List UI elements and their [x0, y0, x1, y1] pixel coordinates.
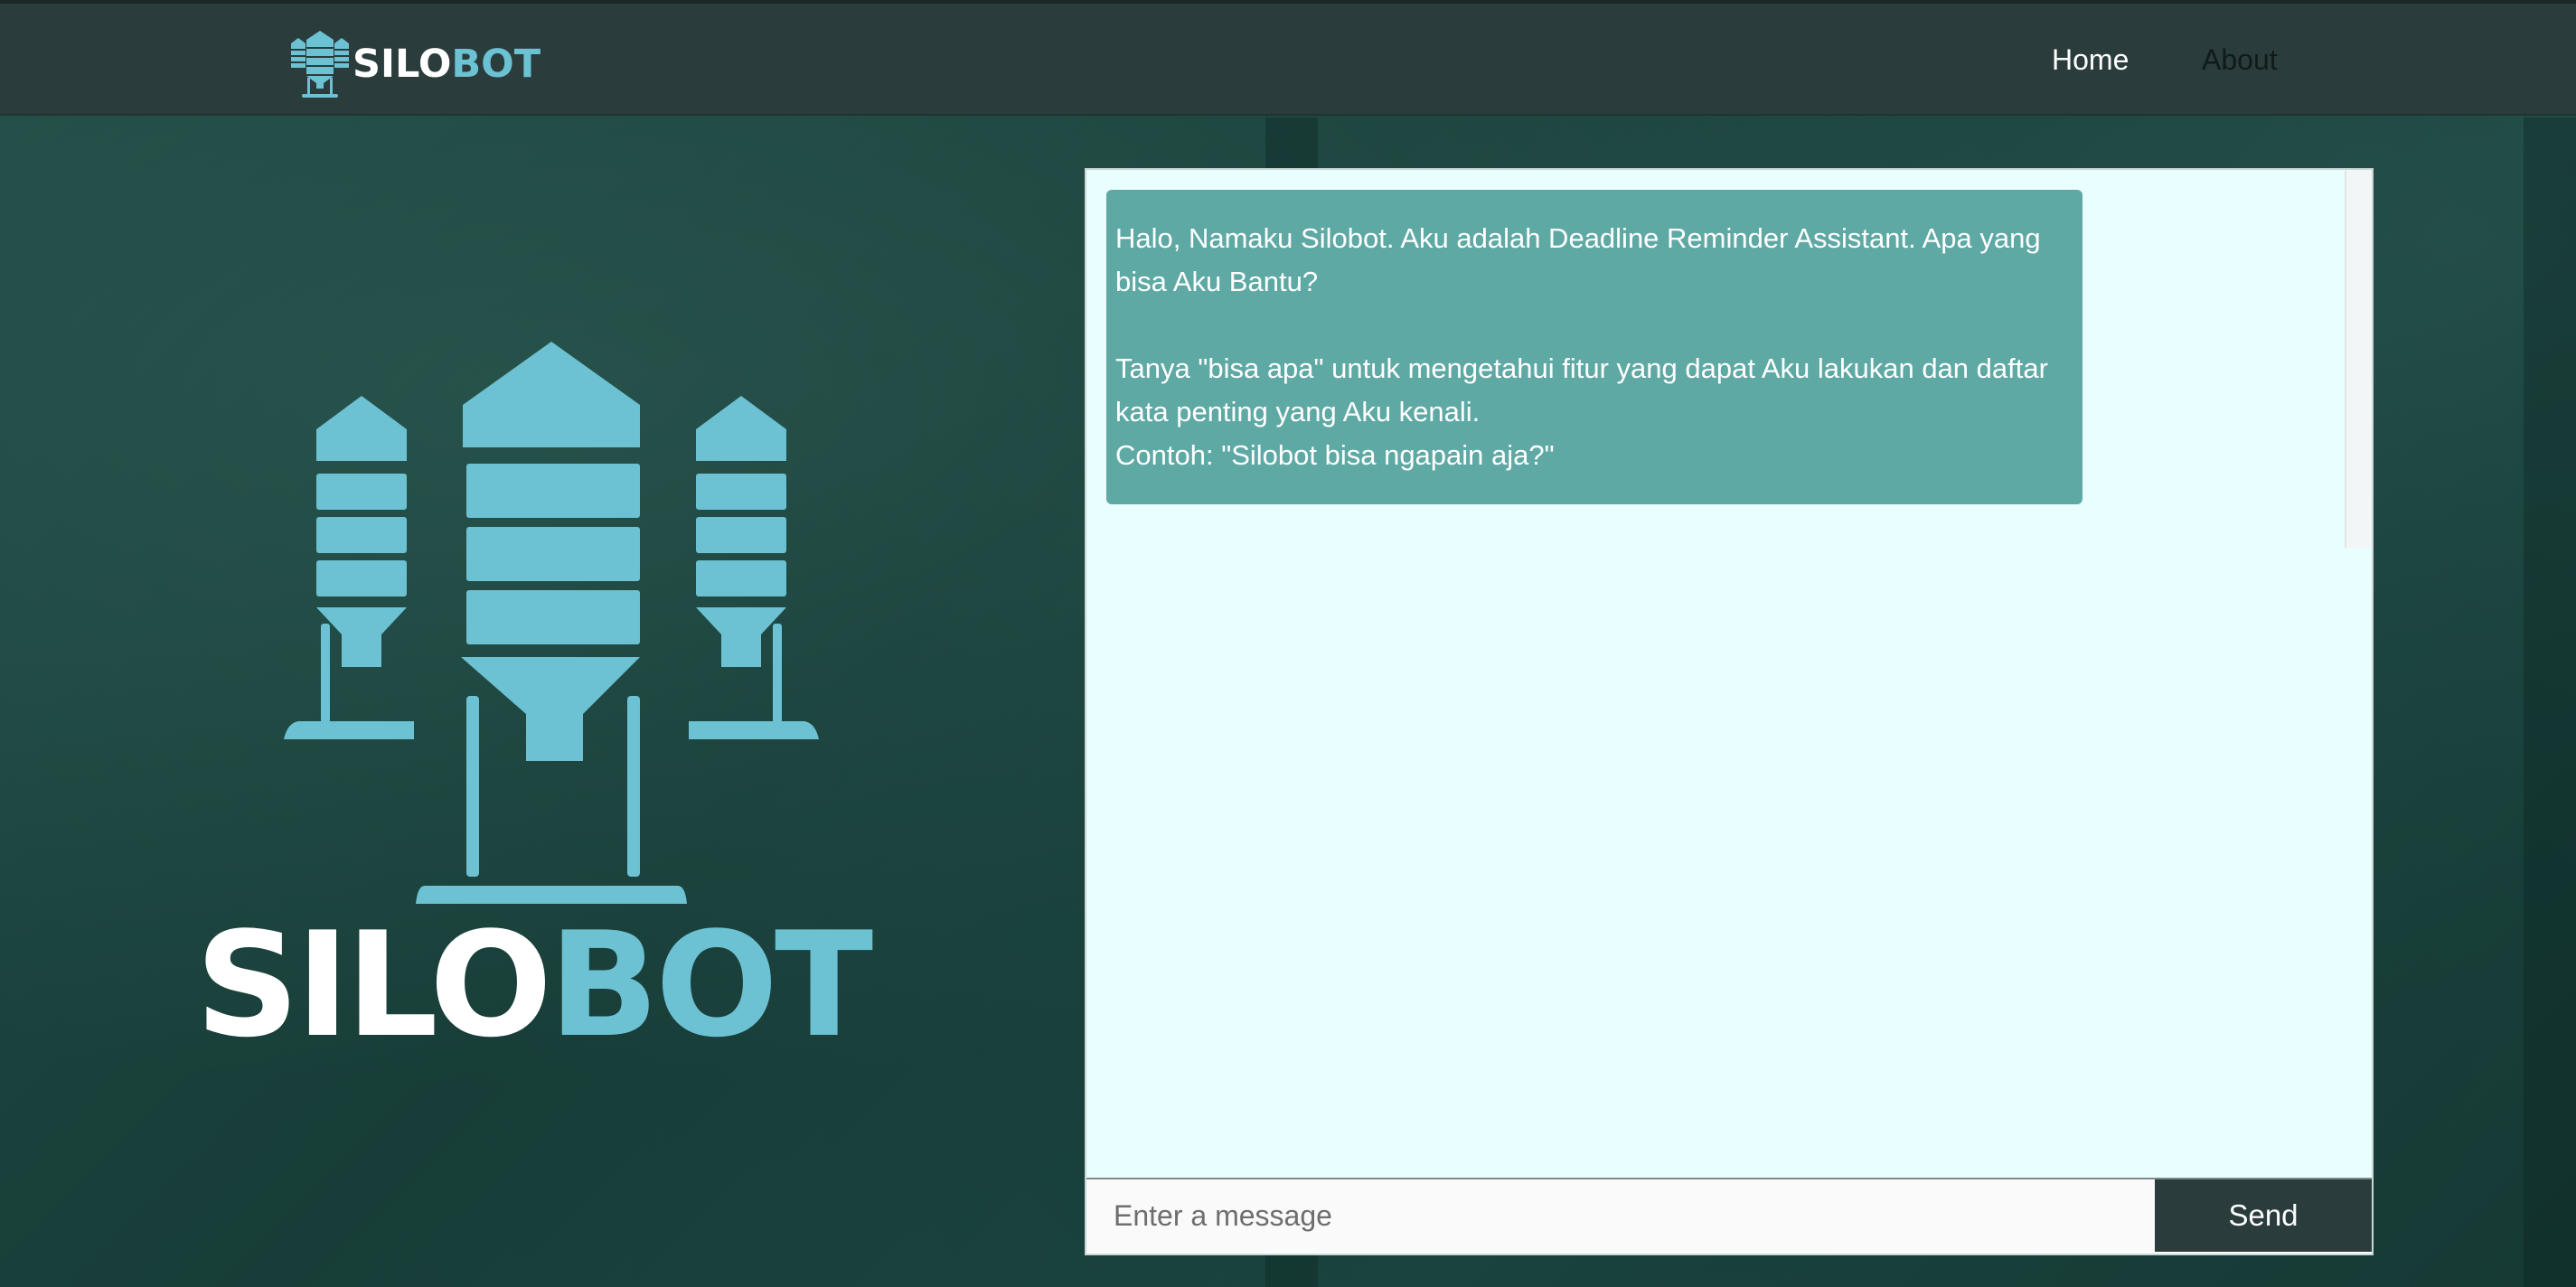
background-stripe [2524, 117, 2576, 1287]
brand-text-silo: SILO [353, 42, 452, 87]
hero-text-bot: BOT [549, 900, 873, 1069]
message-paragraph: Contoh: "Silobot bisa ngapain aja?" [1115, 439, 1555, 471]
nav-link-about[interactable]: About [2202, 43, 2278, 77]
navbar: SILOBOT Home About [0, 0, 2576, 116]
chat-window: Halo, Namaku Silobot. Aku adalah Deadlin… [1085, 168, 2374, 1255]
hero-text-silo: SILO [195, 900, 552, 1069]
message-paragraph: Halo, Namaku Silobot. Aku adalah Deadlin… [1115, 222, 2041, 297]
send-button[interactable]: Send [2155, 1179, 2372, 1252]
message-input[interactable] [1086, 1179, 2155, 1252]
silo-logo-icon [291, 31, 349, 98]
brand-text-bot: BOT [451, 42, 541, 87]
message-input-bar: Send [1086, 1178, 2372, 1254]
nav-link-home[interactable]: Home [2052, 43, 2129, 77]
bot-message-bubble: Halo, Namaku Silobot. Aku adalah Deadlin… [1106, 190, 2082, 504]
navbar-brand[interactable]: SILOBOT [291, 31, 541, 98]
chat-scrollbar[interactable] [2345, 170, 2372, 548]
hero-brand-text: SILOBOT [195, 913, 873, 1057]
navbar-brand-text: SILOBOT [353, 42, 541, 87]
message-paragraph: Tanya "bisa apa" untuk mengetahui fitur … [1115, 352, 2048, 427]
